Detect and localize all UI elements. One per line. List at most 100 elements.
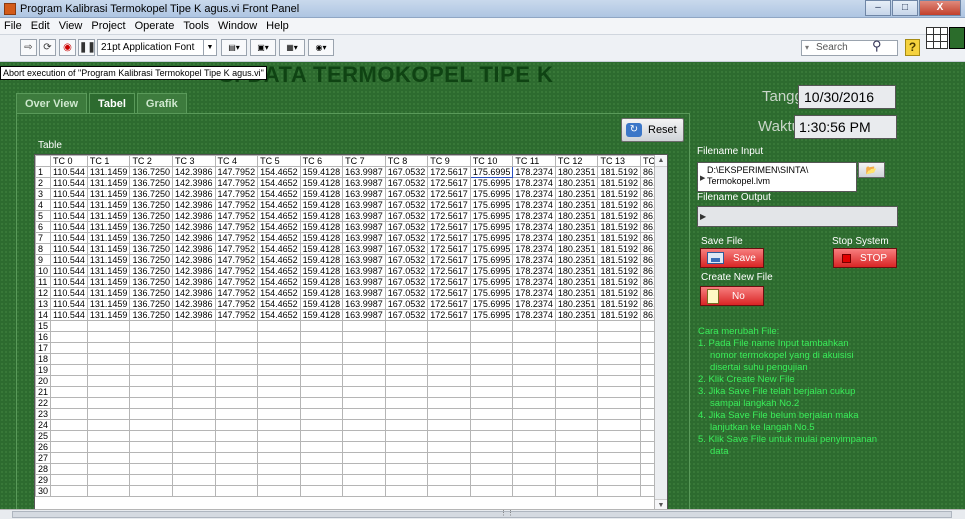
tab-tabel[interactable]: Tabel bbox=[89, 93, 135, 113]
table-cell[interactable] bbox=[384, 408, 429, 420]
table-cell[interactable] bbox=[214, 397, 259, 409]
table-cell[interactable] bbox=[342, 463, 386, 475]
table-cell[interactable] bbox=[50, 397, 88, 409]
table-cell[interactable] bbox=[512, 353, 556, 365]
table-cell[interactable]: 180.2351 bbox=[554, 309, 599, 321]
table-cell[interactable] bbox=[384, 474, 429, 486]
table-cell[interactable] bbox=[384, 430, 429, 442]
table-cell[interactable]: 147.7952 bbox=[214, 210, 259, 222]
table-cell[interactable]: 159.4128 bbox=[299, 210, 344, 222]
table-cell[interactable] bbox=[86, 397, 131, 409]
table-cell[interactable]: 178.2374 bbox=[512, 199, 556, 211]
table-cell[interactable] bbox=[86, 386, 131, 398]
table-cell[interactable] bbox=[214, 331, 259, 343]
table-cell[interactable] bbox=[427, 320, 471, 332]
table-cell[interactable]: 167.0532 bbox=[384, 309, 429, 321]
table-cell[interactable] bbox=[86, 430, 131, 442]
table-cell[interactable]: 136.7250 bbox=[129, 254, 173, 266]
data-table[interactable]: TC 0 TC 1 TC 2 TC 3 TC 4 TC 5 TC 6 TC 7 TC 8 TC 9… bbox=[34, 154, 668, 512]
table-cell[interactable]: 172.5617 bbox=[427, 276, 471, 288]
table-cell[interactable] bbox=[469, 353, 514, 365]
table-cell[interactable] bbox=[214, 386, 259, 398]
table-cell[interactable] bbox=[427, 331, 471, 343]
table-cell[interactable] bbox=[384, 397, 429, 409]
table-cell[interactable]: 181.5192 bbox=[597, 276, 641, 288]
table-row[interactable]: 21 bbox=[35, 386, 667, 398]
table-cell[interactable]: 131.1459 bbox=[86, 265, 131, 277]
table-cell[interactable]: 142.3986 bbox=[171, 254, 216, 266]
table-cell[interactable] bbox=[384, 441, 429, 453]
table-cell[interactable] bbox=[171, 441, 216, 453]
table-cell[interactable]: 178.2374 bbox=[512, 188, 556, 200]
table-cell[interactable]: 136.7250 bbox=[129, 276, 173, 288]
table-cell[interactable] bbox=[384, 331, 429, 343]
table-cell[interactable] bbox=[342, 408, 386, 420]
table-cell[interactable]: 154.4652 bbox=[257, 188, 301, 200]
table-cell[interactable]: 142.3986 bbox=[171, 309, 216, 321]
table-cell[interactable] bbox=[129, 353, 173, 365]
table-cell[interactable]: 110.544 bbox=[50, 199, 88, 211]
table-cell[interactable]: 159.4128 bbox=[299, 166, 344, 178]
table-cell[interactable]: 178.2374 bbox=[512, 265, 556, 277]
table-cell[interactable] bbox=[342, 397, 386, 409]
table-row[interactable]: 27 bbox=[35, 452, 667, 464]
table-cell[interactable]: 178.2374 bbox=[512, 210, 556, 222]
table-cell[interactable]: 167.0532 bbox=[384, 221, 429, 233]
table-cell[interactable]: 163.9987 bbox=[342, 287, 386, 299]
table-cell[interactable] bbox=[129, 364, 173, 376]
table-cell[interactable] bbox=[469, 331, 514, 343]
table-cell[interactable] bbox=[342, 331, 386, 343]
table-cell[interactable] bbox=[50, 463, 88, 475]
connector-pane-icon[interactable] bbox=[926, 27, 948, 49]
table-cell[interactable] bbox=[257, 485, 301, 497]
reorder-icon[interactable]: ◉▾ bbox=[308, 39, 334, 56]
table-cell[interactable]: 159.4128 bbox=[299, 177, 344, 189]
table-cell[interactable]: 110.544 bbox=[50, 177, 88, 189]
table-row[interactable]: 24 bbox=[35, 419, 667, 431]
table-cell[interactable] bbox=[86, 463, 131, 475]
table-row[interactable]: 28 bbox=[35, 463, 667, 475]
table-cell[interactable]: 159.4128 bbox=[299, 287, 344, 299]
table-cell[interactable] bbox=[299, 364, 344, 376]
table-row[interactable]: 7 110.544 131.1459 136.7250 142.3986 147.7952… bbox=[35, 232, 667, 244]
pause-icon[interactable]: ❚❚ bbox=[78, 39, 96, 56]
table-cell[interactable]: 131.1459 bbox=[86, 166, 131, 178]
table-cell[interactable] bbox=[50, 430, 88, 442]
table-cell[interactable]: 163.9987 bbox=[342, 243, 386, 255]
table-cell[interactable] bbox=[257, 353, 301, 365]
table-cell[interactable] bbox=[469, 419, 514, 431]
table-row[interactable]: 2 110.544 131.1459 136.7250 142.3986 147.7952… bbox=[35, 177, 667, 189]
table-cell[interactable]: 175.6995 bbox=[469, 221, 514, 233]
panel-horizontal-scrollbar[interactable]: ⋮⋮ bbox=[0, 509, 965, 519]
table-cell[interactable] bbox=[384, 353, 429, 365]
table-cell[interactable] bbox=[129, 386, 173, 398]
table-cell[interactable]: 167.0532 bbox=[384, 265, 429, 277]
table-cell[interactable] bbox=[427, 364, 471, 376]
table-cell[interactable] bbox=[171, 474, 216, 486]
table-cell[interactable] bbox=[129, 342, 173, 354]
table-cell[interactable]: 167.0532 bbox=[384, 287, 429, 299]
menu-project[interactable]: Project bbox=[91, 20, 125, 32]
table-cell[interactable]: 167.0532 bbox=[384, 254, 429, 266]
table-cell[interactable]: 159.4128 bbox=[299, 232, 344, 244]
table-cell[interactable] bbox=[171, 331, 216, 343]
table-cell[interactable] bbox=[512, 452, 556, 464]
table-cell[interactable] bbox=[171, 430, 216, 442]
table-cell[interactable] bbox=[597, 441, 641, 453]
table-cell[interactable] bbox=[469, 408, 514, 420]
table-row[interactable]: 9 110.544 131.1459 136.7250 142.3986 147.7952… bbox=[35, 254, 667, 266]
table-cell[interactable]: 175.6995 bbox=[469, 287, 514, 299]
table-cell[interactable]: 163.9987 bbox=[342, 188, 386, 200]
table-cell[interactable] bbox=[427, 419, 471, 431]
reset-button[interactable]: ↻ Reset bbox=[621, 118, 684, 142]
table-row[interactable]: 12 110.544 131.1459 136.7250 142.3986 147.795… bbox=[35, 287, 667, 299]
table-cell[interactable] bbox=[512, 386, 556, 398]
table-cell[interactable]: 178.2374 bbox=[512, 254, 556, 266]
table-cell[interactable]: 178.2374 bbox=[512, 166, 556, 178]
table-cell[interactable]: 178.2374 bbox=[512, 177, 556, 189]
table-cell[interactable]: 163.9987 bbox=[342, 276, 386, 288]
table-cell[interactable] bbox=[512, 408, 556, 420]
table-cell[interactable]: 175.6995 bbox=[469, 232, 514, 244]
table-cell[interactable] bbox=[427, 386, 471, 398]
table-cell[interactable]: 154.4652 bbox=[257, 265, 301, 277]
